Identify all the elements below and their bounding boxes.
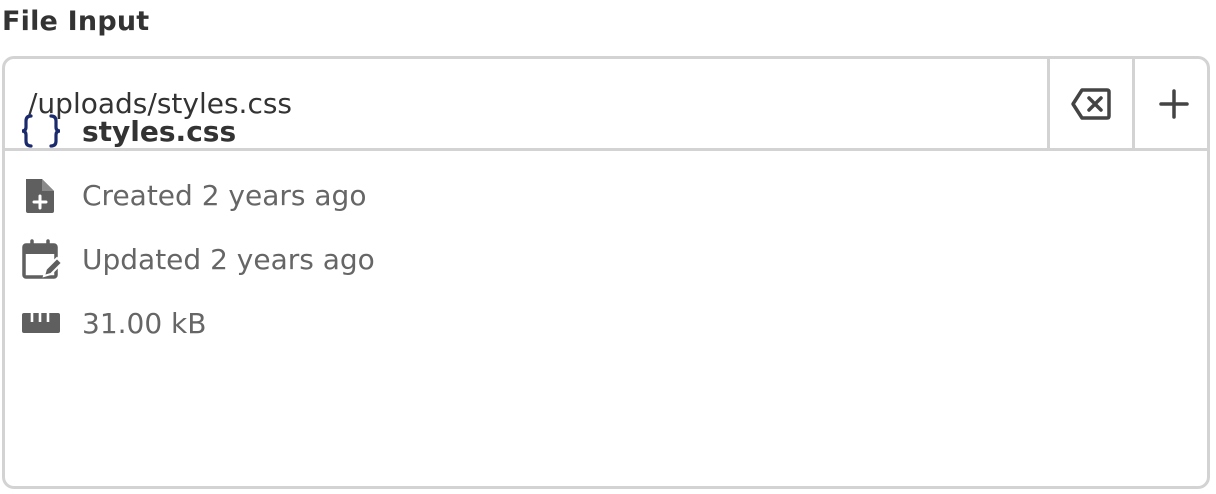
file-updated: Updated 2 years ago <box>82 242 375 276</box>
file-created-row: Created 2 years ago <box>20 175 366 215</box>
file-size: 31.00 kB <box>82 306 207 340</box>
file-name-row: styles.css <box>20 111 236 151</box>
plus-icon <box>1159 88 1189 119</box>
file-size-row: 31.00 kB <box>20 303 206 343</box>
add-file-button[interactable] <box>1132 59 1207 148</box>
file-plus-icon <box>20 175 64 215</box>
calendar-edit-icon <box>20 239 64 279</box>
field-label: File Input <box>2 6 150 37</box>
ruler-icon <box>20 303 64 343</box>
curly-braces-icon <box>20 111 64 151</box>
clear-button[interactable] <box>1047 59 1132 148</box>
file-updated-row: Updated 2 years ago <box>20 239 375 279</box>
file-created: Created 2 years ago <box>82 178 367 212</box>
file-name: styles.css <box>82 114 237 148</box>
backspace-clear-icon <box>1071 87 1111 120</box>
